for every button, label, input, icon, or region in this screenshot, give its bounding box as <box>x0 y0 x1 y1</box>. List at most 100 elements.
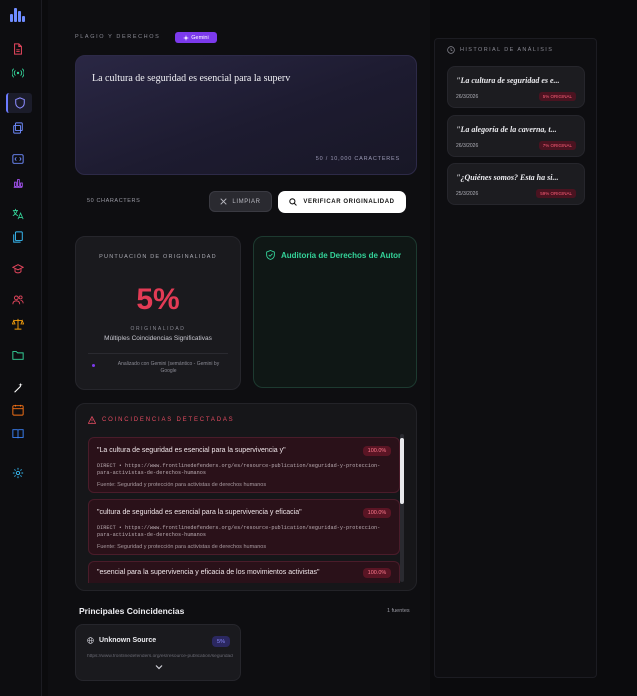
sidebar-item-graduation[interactable] <box>11 262 25 276</box>
history-item[interactable]: "La cultura de seguridad es e... 26/3/20… <box>447 66 585 108</box>
calendar-icon <box>12 404 24 416</box>
match-url[interactable]: DIRECT • https://www.frontlinedefenders.… <box>97 525 393 539</box>
graduation-icon <box>12 264 24 274</box>
match-item[interactable]: "cultura de seguridad es esencial para l… <box>88 499 400 555</box>
history-item-date: 26/3/2026 <box>456 143 479 149</box>
match-percent-badge: 100.0% <box>363 446 391 456</box>
page-edge <box>605 0 637 696</box>
search-icon <box>289 198 298 206</box>
history-item-title: "La alegoría de la caverna, t... <box>456 125 557 134</box>
sparkle-icon <box>183 34 190 41</box>
source-percent-badge: 5% <box>212 636 230 647</box>
app-root: Plagio y Derechos Gemini La cultura de s… <box>0 0 637 696</box>
globe-icon <box>87 637 94 644</box>
sidebar-item-calendar[interactable] <box>11 403 25 417</box>
sidebar-item-folder[interactable] <box>11 348 25 362</box>
copyright-audit-card: Auditoría de Derechos de Autor <box>253 236 417 388</box>
history-item-title: "La cultura de seguridad es e... <box>456 76 560 85</box>
originality-score-card: Puntuación de Originalidad 5% Originalid… <box>75 236 241 390</box>
match-source: Fuente: Seguridad y protección para acti… <box>97 544 267 550</box>
wand-icon <box>14 382 23 393</box>
logo-icon[interactable] <box>10 8 26 22</box>
char-counter: 50 / 10,000 caracteres <box>315 156 400 162</box>
history-item-badge: 5% ORIGINAL <box>538 92 576 101</box>
files-icon <box>13 231 23 243</box>
copy-icon <box>13 122 23 134</box>
shield-check-icon <box>266 250 275 260</box>
clear-button[interactable]: Limpiar <box>209 191 272 212</box>
match-quote: "La cultura de seguridad es esencial par… <box>97 447 286 454</box>
source-url[interactable]: https://www.frontlinedefenders.org/es/re… <box>87 654 233 659</box>
verify-originality-button[interactable]: Verificar originalidad <box>278 191 406 213</box>
history-item-date: 25/3/2026 <box>456 191 479 197</box>
scrollbar-thumb[interactable] <box>400 438 404 504</box>
audit-title-row: Auditoría de Derechos de Autor <box>266 250 401 260</box>
sidebar-item-shield[interactable] <box>6 93 32 113</box>
match-quote: "cultura de seguridad es esencial para l… <box>97 509 302 516</box>
sidebar-item-files[interactable] <box>11 230 25 244</box>
text-input-content[interactable]: La cultura de seguridad es esencial para… <box>92 73 290 84</box>
match-item[interactable]: "La cultura de seguridad es esencial par… <box>88 437 400 493</box>
translate-icon <box>12 208 24 220</box>
matches-header: Coincidencias detectadas <box>88 416 234 424</box>
source-name: Unknown Source <box>99 637 157 644</box>
history-item[interactable]: "¿Quiénes somos? Esta ha si... 25/3/2026… <box>447 163 585 205</box>
book-icon <box>12 429 24 439</box>
sidebar-item-broadcast[interactable] <box>11 66 25 80</box>
match-item[interactable]: "esencial para la supervivencia y eficac… <box>88 561 400 583</box>
analysis-note: Analizado con Gemini (semántico - Gemini… <box>117 361 220 374</box>
match-source: Fuente: Seguridad y protección para acti… <box>97 482 267 488</box>
gear-icon <box>12 467 24 479</box>
code-icon <box>12 154 24 164</box>
matches-title: Coincidencias detectadas <box>102 417 235 423</box>
close-icon <box>220 198 228 205</box>
scale-icon <box>12 318 24 330</box>
broadcast-icon <box>12 68 24 78</box>
sidebar-item-copy[interactable] <box>11 121 25 135</box>
match-percent-badge: 100.0% <box>363 508 391 518</box>
sidebar-item-wand[interactable] <box>11 381 25 395</box>
file-icon <box>14 43 22 55</box>
history-item-date: 26/3/2026 <box>456 94 479 100</box>
history-item-badge: 7% ORIGINAL <box>538 141 576 150</box>
match-percent-badge: 100.0% <box>363 568 391 578</box>
sidebar <box>0 0 42 696</box>
main-panel: Plagio y Derechos Gemini La cultura de s… <box>48 0 430 696</box>
score-message: Múltiples Coincidencias Significativas <box>104 335 212 342</box>
principal-sources-count: 1 fuentes <box>387 608 410 614</box>
match-quote: "esencial para la supervivencia y eficac… <box>97 569 320 576</box>
source-name-row: Unknown Source <box>87 637 156 644</box>
clock-icon <box>447 46 455 54</box>
folder-icon <box>12 351 24 360</box>
sidebar-item-bar-chart[interactable] <box>11 176 25 190</box>
match-url[interactable]: DIRECT • https://www.frontlinedefenders.… <box>97 463 393 477</box>
sidebar-item-gear[interactable] <box>11 466 25 480</box>
matches-scrollbar[interactable] <box>400 434 404 582</box>
status-dot-icon <box>92 364 95 367</box>
char-count-label: 50 characters <box>87 198 141 204</box>
source-card[interactable]: Unknown Source 5% https://www.frontlined… <box>75 624 241 681</box>
audit-title: Auditoría de Derechos de Autor <box>281 250 402 260</box>
chevron-down-icon[interactable] <box>154 663 164 671</box>
sidebar-item-users[interactable] <box>11 293 25 307</box>
sidebar-item-translate[interactable] <box>11 207 25 221</box>
gemini-badge-label: Gemini <box>191 34 209 41</box>
bar-chart-icon <box>13 179 23 188</box>
section-title: Plagio y Derechos <box>75 34 161 40</box>
clear-button-label: Limpiar <box>232 198 261 205</box>
history-header: Historial de análisis <box>447 46 553 54</box>
text-input-area[interactable]: La cultura de seguridad es esencial para… <box>75 55 417 175</box>
score-value: 5% <box>136 283 180 316</box>
sidebar-item-code[interactable] <box>11 152 25 166</box>
history-panel: Historial de análisis "La cultura de seg… <box>434 38 597 678</box>
sidebar-item-file[interactable] <box>11 42 25 56</box>
history-title: Historial de análisis <box>460 47 554 53</box>
shield-icon <box>15 97 25 109</box>
score-label: Originalidad <box>130 326 186 332</box>
warning-icon <box>88 416 96 424</box>
verify-button-label: Verificar originalidad <box>303 199 395 205</box>
sidebar-item-book[interactable] <box>11 427 25 441</box>
principal-matches-title: Principales Coincidencias <box>79 606 185 616</box>
sidebar-item-scale[interactable] <box>11 317 25 331</box>
history-item[interactable]: "La alegoría de la caverna, t... 26/3/20… <box>447 115 585 157</box>
